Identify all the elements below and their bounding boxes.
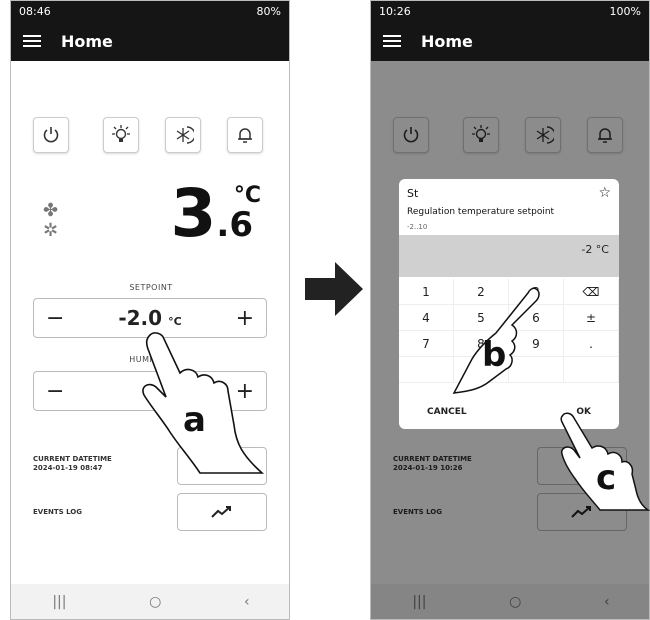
home-button[interactable]: ○ (149, 594, 161, 610)
page-title: Home (61, 31, 113, 51)
temperature-readout: 3.6 °C (170, 179, 261, 249)
dialog-description: Regulation temperature setpoint (407, 207, 555, 217)
events-log-button[interactable] (177, 493, 267, 531)
defrost-icon (176, 126, 194, 144)
power-button[interactable] (33, 117, 69, 153)
annotation-a: a (183, 400, 206, 440)
annotation-b: b (482, 335, 507, 375)
home-content: ✤ ✲ 3.6 °C SETPOINT − -2.0 °C + HUMIDITY … (11, 61, 289, 586)
setpoint-label: SETPOINT (129, 283, 173, 292)
key-7[interactable]: 7 (399, 331, 454, 357)
recent-apps-button[interactable]: ||| (52, 594, 66, 610)
value-display: -2 °C (399, 235, 619, 277)
phone-screen-before: 08:46 80% Home ✤ ✲ 3.6 °C SETPOINT − -2. (10, 0, 290, 620)
status-time: 08:46 (19, 4, 51, 18)
app-bar: Home (11, 21, 289, 61)
alarm-button[interactable] (227, 117, 263, 153)
backspace-key[interactable]: ⌫ (564, 279, 619, 305)
menu-icon[interactable] (383, 35, 401, 47)
events-log-label: EVENTS LOG (33, 508, 82, 516)
fan-icon: ✤ (43, 200, 59, 221)
arrow-right-icon (305, 262, 363, 316)
temperature-integer: 3 (170, 175, 217, 252)
defrost-button[interactable] (165, 117, 201, 153)
back-button[interactable]: ‹ (244, 594, 250, 610)
app-bar: Home (371, 21, 649, 61)
trend-icon (211, 506, 231, 518)
menu-icon[interactable] (23, 35, 41, 47)
light-icon (112, 125, 130, 142)
page-title: Home (421, 31, 473, 51)
humidity-decrease-button[interactable]: − (46, 379, 64, 404)
datetime-label: CURRENT DATETIME (33, 455, 112, 463)
status-battery: 100% (609, 4, 641, 18)
datetime-value: 2024-01-19 08:47 (33, 464, 103, 472)
temperature-unit: °C (233, 183, 261, 208)
key-blank-1 (399, 357, 454, 383)
key-1[interactable]: 1 (399, 279, 454, 305)
key-blank-3 (564, 357, 619, 383)
temperature-decimal: .6 (216, 205, 253, 245)
sign-key[interactable]: ± (564, 305, 619, 331)
setpoint-decrease-button[interactable]: − (46, 306, 64, 331)
dialog-range: -2..10 (407, 223, 428, 231)
datetime-row: CURRENT DATETIME 2024-01-19 08:47 (33, 455, 112, 473)
status-time: 10:26 (379, 4, 411, 18)
status-battery: 80% (256, 4, 281, 18)
light-button[interactable] (103, 117, 139, 153)
power-icon (43, 127, 59, 143)
star-icon[interactable]: ☆ (598, 185, 611, 201)
status-bar: 10:26 100% (371, 1, 649, 21)
decimal-key[interactable]: . (564, 331, 619, 357)
annotation-c: c (596, 458, 617, 498)
status-icons: ✤ ✲ (43, 201, 58, 241)
status-bar: 08:46 80% (11, 1, 289, 21)
key-4[interactable]: 4 (399, 305, 454, 331)
cancel-button[interactable]: CANCEL (427, 407, 467, 417)
system-navbar: ||| ○ ‹ (11, 584, 289, 619)
bell-icon (238, 128, 252, 143)
snowflake-icon: ✲ (43, 220, 59, 241)
dialog-title: St (407, 187, 419, 200)
